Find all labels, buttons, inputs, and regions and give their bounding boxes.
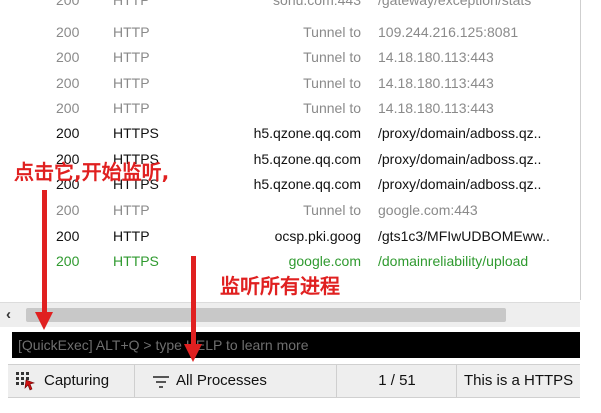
url-cell: /gts1c3/MFIwUDBOMEww.. [378, 228, 550, 244]
session-row[interactable]: 200 HTTP sohu.com:443 /gateway/exception… [0, 0, 580, 13]
result-cell: 200 [56, 228, 80, 244]
session-row[interactable]: 200 HTTP Tunnel to 14.18.180.113:443 [0, 45, 580, 70]
filter-icon [153, 376, 169, 388]
host-cell: Tunnel to [303, 100, 361, 116]
url-cell: 109.244.216.125:8081 [378, 24, 519, 40]
url-cell: 14.18.180.113:443 [378, 100, 494, 116]
result-cell: 200 [56, 49, 80, 65]
host-cell: ocsp.pki.goog [274, 228, 361, 244]
annotation-click-to-capture: 点击它,开始监听, [14, 160, 170, 184]
status-message: This is a HTTPS [464, 372, 574, 389]
url-cell: /domainreliability/upload [378, 253, 529, 269]
session-count: 1 / 51 [338, 365, 457, 397]
result-cell: 200 [56, 253, 80, 269]
host-cell: sohu.com:443 [273, 0, 361, 8]
capturing-label: Capturing [44, 372, 110, 389]
host-cell: h5.qzone.qq.com [253, 176, 361, 192]
annotation-arrow-left-shaft [42, 190, 47, 314]
result-cell: 200 [56, 24, 80, 40]
url-cell: /gateway/exception/stats [378, 0, 532, 8]
session-row[interactable]: 200 HTTP Tunnel to 109.244.216.125:8081 [0, 20, 580, 45]
annotation-arrow-right-shaft [191, 256, 196, 346]
url-cell: /proxy/domain/adboss.qz.. [378, 176, 542, 192]
annotation-arrow-left-head [35, 312, 53, 330]
url-cell: /proxy/domain/adboss.qz.. [378, 151, 542, 167]
session-row[interactable]: 200 HTTP Tunnel to 14.18.180.113:443 [0, 96, 580, 121]
result-cell: 200 [56, 75, 80, 91]
session-row[interactable]: 200 HTTPS h5.qzone.qq.com /proxy/domain/… [0, 121, 580, 146]
session-row[interactable]: 200 HTTP Tunnel to google.com:443 [0, 198, 580, 223]
result-cell: 200 [56, 100, 80, 116]
status-bar: Capturing All Processes 1 / 51 This is a… [8, 364, 580, 398]
session-row[interactable]: 200 HTTP ocsp.pki.goog /gts1c3/MFIwUDBOM… [0, 224, 580, 249]
host-cell: h5.qzone.qq.com [253, 151, 361, 167]
url-cell: 14.18.180.113:443 [378, 49, 494, 65]
annotation-capture-all-processes: 监听所有进程 [220, 274, 340, 298]
result-cell: 200 [56, 125, 80, 141]
session-row[interactable]: 200 HTTP Tunnel to 14.18.180.113:443 [0, 71, 580, 96]
capture-icon [16, 372, 36, 391]
scrollbar-thumb[interactable] [26, 308, 506, 322]
host-cell: Tunnel to [303, 49, 361, 65]
quickexec-input[interactable]: [QuickExec] ALT+Q > type HELP to learn m… [12, 332, 580, 358]
host-cell: Tunnel to [303, 24, 361, 40]
host-cell: Tunnel to [303, 75, 361, 91]
result-cell: 200 [56, 202, 80, 218]
host-cell: Tunnel to [303, 202, 361, 218]
url-cell: /proxy/domain/adboss.qz.. [378, 125, 542, 141]
host-cell: h5.qzone.qq.com [253, 125, 361, 141]
horizontal-scrollbar[interactable]: ‹ [0, 302, 580, 327]
url-cell: google.com:443 [378, 202, 478, 218]
annotation-arrow-right-head [184, 344, 202, 362]
process-filter[interactable]: All Processes [136, 365, 337, 397]
process-filter-label: All Processes [176, 372, 267, 389]
result-cell: 200 [56, 0, 80, 8]
scroll-left-icon[interactable]: ‹ [6, 306, 11, 323]
session-list[interactable]: 200 HTTP sohu.com:443 /gateway/exception… [0, 0, 581, 300]
capturing-toggle[interactable]: Capturing [8, 365, 135, 397]
url-cell: 14.18.180.113:443 [378, 75, 494, 91]
